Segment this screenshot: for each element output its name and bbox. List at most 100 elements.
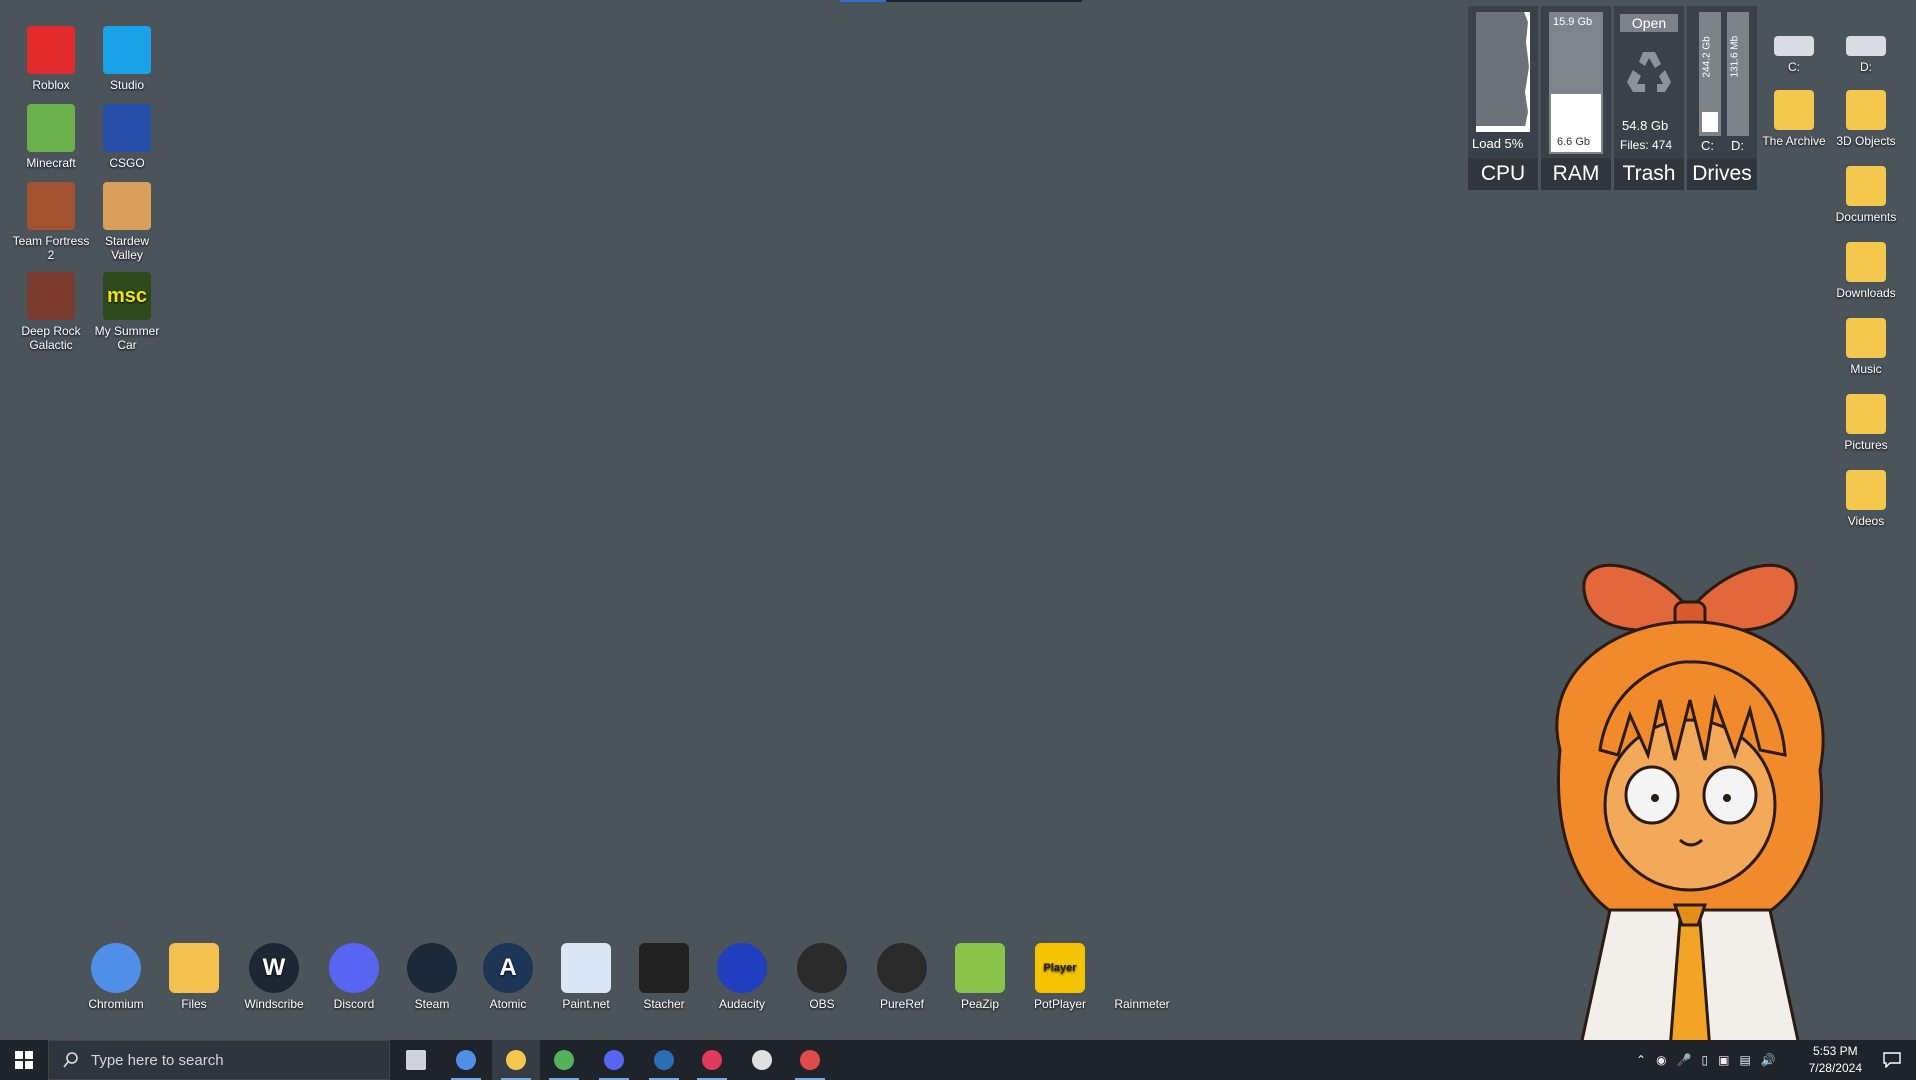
volume-icon[interactable]: 🔊	[1761, 1053, 1776, 1067]
taskbar-button[interactable]	[640, 1040, 688, 1080]
roblox-icon	[27, 26, 75, 74]
desktop-icon[interactable]: C:	[1756, 26, 1832, 74]
windscribe-icon: W	[249, 943, 299, 993]
dock-label: Steam	[414, 997, 450, 1011]
app-taskbar-icon	[800, 1050, 820, 1070]
dock-label: OBS	[809, 997, 835, 1011]
settings-taskbar-icon	[752, 1050, 772, 1070]
dock-label: PureRef	[879, 997, 925, 1011]
clock[interactable]: 5:53 PM 7/28/2024	[1809, 1043, 1862, 1077]
task-view-icon	[406, 1050, 426, 1070]
audacity-icon	[717, 943, 767, 993]
desktop-icon[interactable]: Studio	[88, 26, 166, 92]
discord-icon	[329, 943, 379, 993]
dock-item[interactable]: OBS	[786, 943, 858, 1011]
atomic-icon: A	[483, 943, 533, 993]
steam-icon	[407, 943, 457, 993]
desktop-icon-label: D:	[1860, 60, 1872, 74]
network-icon[interactable]: ▤	[1739, 1053, 1750, 1067]
taskbar-button[interactable]	[392, 1040, 440, 1080]
desktop-icon-label: My Summer Car	[94, 324, 160, 352]
file-explorer-taskbar-icon	[506, 1050, 526, 1070]
desktop-icon-label: Stardew Valley	[104, 234, 150, 262]
taskbar-button[interactable]	[442, 1040, 490, 1080]
drive-d-icon	[1846, 36, 1886, 56]
vpn-taskbar-icon	[554, 1050, 574, 1070]
files-icon	[169, 943, 219, 993]
desktop-icon[interactable]: Music	[1828, 318, 1904, 376]
desktop-icon[interactable]: CSGO	[88, 104, 166, 170]
vpn-tray-icon[interactable]: ◉	[1656, 1053, 1666, 1067]
dock-item[interactable]: Files	[158, 943, 230, 1011]
dock-label: Audacity	[718, 997, 766, 1011]
desktop-icon[interactable]: Videos	[1828, 470, 1904, 528]
dock-item[interactable]: Paint.net	[550, 943, 622, 1011]
dock-label: Rainmeter	[1114, 997, 1170, 1011]
desktop-icon[interactable]: Minecraft	[12, 104, 90, 170]
peazip-icon	[955, 943, 1005, 993]
ram-widget: 15.9 Gb 6.6 Gb RAM	[1541, 6, 1611, 190]
taskbar-button[interactable]	[492, 1040, 540, 1080]
dock-item[interactable]: Audacity	[706, 943, 778, 1011]
taskbar: Type here to search ⌃ ◉ 🎤 ▯ ▣ ▤ 🔊 5:53 P…	[0, 1040, 1916, 1080]
taskbar-button[interactable]	[540, 1040, 588, 1080]
desktop-icon[interactable]: The Archive	[1756, 90, 1832, 148]
chromium-taskbar-icon	[456, 1050, 476, 1070]
ram-meter: 15.9 Gb 6.6 Gb	[1549, 12, 1603, 154]
drive-c-free: 244.2 Gb	[1701, 36, 1713, 78]
battery-icon[interactable]: ▯	[1702, 1053, 1709, 1067]
folder-videos-icon	[1846, 470, 1886, 510]
system-tray: ⌃ ◉ 🎤 ▯ ▣ ▤ 🔊	[1636, 1040, 1776, 1080]
folder-pictures-icon	[1846, 394, 1886, 434]
desktop-icon-label: Team Fortress 2	[12, 234, 90, 262]
dock-item[interactable]: Steam	[396, 943, 468, 1011]
start-button[interactable]	[0, 1040, 48, 1080]
desktop-icon[interactable]: Team Fortress 2	[12, 182, 90, 262]
desktop-icon[interactable]: D:	[1828, 26, 1904, 74]
notification-button[interactable]	[1868, 1040, 1916, 1080]
taskbar-button[interactable]	[786, 1040, 834, 1080]
drive-c-label: C:	[1701, 138, 1714, 153]
taskbar-button[interactable]	[590, 1040, 638, 1080]
dock-item[interactable]: Stacher	[628, 943, 700, 1011]
desktop-icon-label: Roblox	[32, 78, 70, 92]
dock-label: Files	[181, 997, 207, 1011]
desktop-icon[interactable]: Downloads	[1828, 242, 1904, 300]
trash-open-button[interactable]: Open	[1620, 14, 1678, 32]
desktop-icon-label: Pictures	[1844, 438, 1888, 452]
dock-label: PotPlayer	[1033, 997, 1087, 1011]
clock-date: 7/28/2024	[1808, 1061, 1862, 1075]
microphone-icon[interactable]: 🎤	[1677, 1053, 1692, 1067]
cpu-widget: Load 5% CPU	[1468, 6, 1538, 190]
desktop-icon[interactable]: Roblox	[12, 26, 90, 92]
drive-tray-icon[interactable]: ▣	[1718, 1053, 1729, 1067]
dock-item[interactable]: A Atomic	[472, 943, 544, 1011]
dock-label: Atomic	[489, 997, 527, 1011]
desktop-icon[interactable]: Documents	[1828, 166, 1904, 224]
dock-item[interactable]: PureRef	[866, 943, 938, 1011]
recycle-icon	[1627, 52, 1671, 92]
trash-files: Files: 474	[1620, 138, 1673, 152]
show-hidden-icons-icon[interactable]: ⌃	[1636, 1053, 1646, 1067]
dock-item[interactable]: Discord	[318, 943, 390, 1011]
taskbar-button[interactable]	[688, 1040, 736, 1080]
dock-label: Windscribe	[244, 997, 304, 1011]
obs-icon	[797, 943, 847, 993]
folder-music-icon	[1846, 318, 1886, 358]
dock-item[interactable]: Rainmeter	[1106, 943, 1178, 1011]
wallpaper-character	[1555, 563, 1825, 1050]
ram-used: 6.6 Gb	[1557, 136, 1591, 148]
desktop-icon[interactable]: Pictures	[1828, 394, 1904, 452]
stardew-icon	[103, 182, 151, 230]
desktop-icon[interactable]: Deep Rock Galactic	[12, 272, 90, 352]
dock-item[interactable]: PeaZip	[944, 943, 1016, 1011]
desktop-icon[interactable]: 3D Objects	[1828, 90, 1904, 148]
dock-item[interactable]: Player PotPlayer	[1024, 943, 1096, 1011]
taskbar-button[interactable]	[738, 1040, 786, 1080]
dock-item[interactable]: Chromium	[80, 943, 152, 1011]
search-box[interactable]: Type here to search	[48, 1040, 390, 1080]
desktop-icon[interactable]: Stardew Valley	[88, 182, 166, 262]
dock-item[interactable]: W Windscribe	[238, 943, 310, 1011]
cpu-load: Load 5%	[1472, 136, 1524, 151]
desktop-icon[interactable]: msc My Summer Car	[88, 272, 166, 352]
